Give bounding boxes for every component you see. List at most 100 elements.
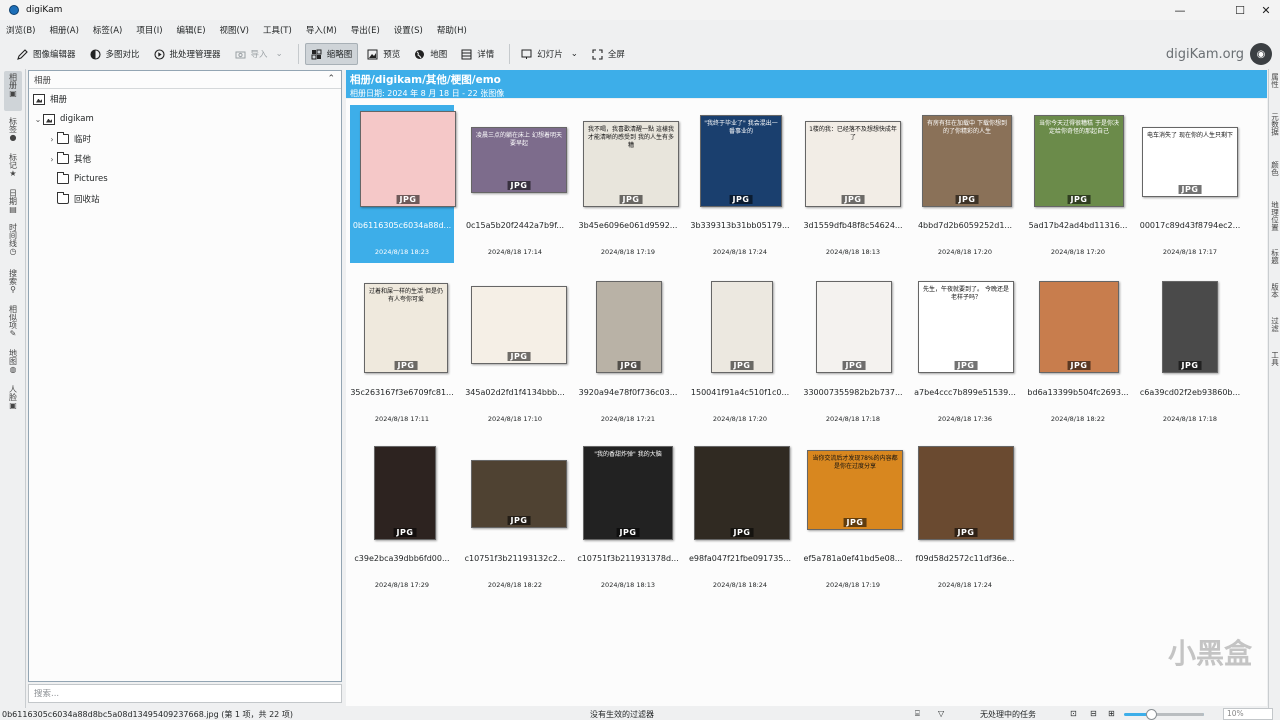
thumbnail-item[interactable]: "我的香甜炸弹" 我的大脑 JPG c10751f3b211931378d... 20…	[576, 438, 680, 596]
tree-item-other[interactable]: › 其他	[47, 151, 91, 167]
thumbnail-image[interactable]: 当你今天过得很糟糕 于是你决定给你奇怪的那起自己 JPG	[1034, 115, 1124, 207]
thumbnail-item[interactable]: 过着和屎一样的生活 但是仍有人夸你可爱 JPG 35c263167f3e6709fc…	[350, 272, 454, 430]
menu-album[interactable]: 相册(A)	[49, 24, 78, 36]
thumbnail-image[interactable]: 过着和屎一样的生活 但是仍有人夸你可爱 JPG	[364, 283, 448, 373]
thumbnail-image[interactable]: JPG	[596, 281, 662, 373]
tab-dates[interactable]: 日期 ▤	[4, 187, 22, 217]
slideshow-button[interactable]: 幻灯片 ⌄	[516, 43, 583, 65]
chevron-down-icon[interactable]: ⌄	[33, 115, 43, 124]
tab-tags[interactable]: 标签 ●	[4, 115, 22, 147]
tree-item-temp[interactable]: › 临时	[47, 131, 91, 147]
tree-item-trash[interactable]: 回收站	[57, 191, 100, 207]
chevron-right-icon[interactable]: ›	[47, 155, 57, 164]
light-table-button[interactable]: 多图对比	[85, 43, 145, 65]
tab-albums[interactable]: 相册 ▣	[4, 71, 22, 111]
zoom-value[interactable]: 10%	[1223, 708, 1273, 720]
menu-tools[interactable]: 工具(T)	[263, 24, 292, 36]
thumbnail-item[interactable]: 我不喝，我喜歡清醒一點 這樣我才能清晰的感受到 我的人生有多糟 JPG 3b45e6…	[576, 105, 680, 263]
menu-help[interactable]: 帮助(H)	[437, 24, 467, 36]
thumbnail-item[interactable]: JPG 150041f91a4c510f1c0... 2024/8/18 17:20	[688, 272, 792, 430]
tab-colors[interactable]: 颜色	[1269, 161, 1280, 197]
thumbnail-image[interactable]: JPG	[694, 446, 790, 540]
thumbnail-image[interactable]: "我的香甜炸弹" 我的大脑 JPG	[583, 446, 673, 540]
thumbnail-image[interactable]: "我终于毕业了" 我会混出一番事业的 JPG	[700, 115, 782, 207]
thumbnail-image[interactable]: 电车消失了 现在你的人生只剩下 JPG	[1142, 127, 1238, 197]
thumbnail-item[interactable]: JPG c39e2bca39dbb6fd00... 2024/8/18 17:29	[350, 438, 454, 596]
close-button[interactable]: ✕	[1248, 0, 1280, 20]
zoom-slider-handle[interactable]	[1146, 709, 1157, 720]
thumbnail-item[interactable]: "我终于毕业了" 我会混出一番事业的 JPG 3b339313b31bb05179.…	[688, 105, 792, 263]
tab-versions[interactable]: 版本	[1269, 283, 1280, 313]
zoom-in-icon[interactable]: ⊞	[1108, 709, 1115, 718]
thumbnail-image[interactable]: 凌晨三点的躺在床上 幻想着明天要早起 JPG	[471, 127, 567, 193]
thumbnail-image[interactable]: JPG	[918, 446, 1014, 540]
tab-similarity[interactable]: 相似项 ✎	[4, 303, 22, 343]
tab-people[interactable]: 人脸 ▣	[4, 383, 22, 415]
thumbnail-image[interactable]: 先生，午夜就要到了。 今晚还是老样子吗？ JPG	[918, 281, 1014, 373]
tab-properties[interactable]: 属性	[1269, 73, 1280, 109]
zoom-fit-icon[interactable]: ⊡	[1070, 709, 1077, 718]
tab-geolocation[interactable]: 地理位置	[1269, 201, 1280, 245]
thumbnail-item[interactable]: 电车消失了 现在你的人生只剩下 JPG 00017c89d43f8794ec2...…	[1138, 105, 1242, 263]
tab-tools[interactable]: 工具	[1269, 351, 1280, 381]
thumbnail-item[interactable]: 先生，午夜就要到了。 今晚还是老样子吗？ JPG a7be4ccc7b899e515…	[913, 272, 1017, 430]
zoom-slider[interactable]	[1124, 713, 1204, 716]
thumbnail-image[interactable]: JPG	[711, 281, 773, 373]
thumbnail-image[interactable]: JPG	[1162, 281, 1218, 373]
tab-filters[interactable]: 过滤	[1269, 317, 1280, 347]
collapse-icon[interactable]: ⌃	[327, 74, 335, 84]
tree-item-pictures[interactable]: Pictures	[57, 171, 108, 187]
details-view-button[interactable]: 详情	[456, 43, 499, 65]
tab-map[interactable]: 地图 ◍	[4, 347, 22, 379]
thumbnail-item[interactable]: 当你今天过得很糟糕 于是你决定给你奇怪的那起自己 JPG 5ad17b42ad4bd…	[1026, 105, 1130, 263]
thumbnail-item[interactable]: JPG f09d58d2572c11df36e... 2024/8/18 17:24	[913, 438, 1017, 596]
thumbnails-view-button[interactable]: 缩略图	[304, 43, 359, 65]
thumbnail-item[interactable]: JPG e98fa047f21fbe091735... 2024/8/18 18:2…	[688, 438, 792, 596]
menu-browse[interactable]: 浏览(B)	[6, 24, 35, 36]
filter-icon[interactable]: ▽	[938, 709, 944, 718]
thumbnail-item[interactable]: JPG 3920a94e78f0f736c03... 2024/8/18 17:21	[576, 272, 680, 430]
thumbnail-image[interactable]: JPG	[374, 446, 436, 540]
thumbnail-item[interactable]: 1楼的我：已经落不及想想快成年了 JPG 3d1559dfb48f8c54624..…	[801, 105, 905, 263]
tab-labels[interactable]: 标记 ★	[4, 151, 22, 183]
preview-view-button[interactable]: 预览	[362, 43, 405, 65]
thumbnail-item[interactable]: JPG 0b6116305c6034a88d... 2024/8/18 18:23	[350, 105, 456, 263]
thumbnail-item[interactable]: JPG 330007355982b2b737... 2024/8/18 17:18	[801, 272, 905, 430]
chevron-down-icon[interactable]: ⌄	[276, 49, 283, 59]
thumbnail-image[interactable]: JPG	[471, 460, 567, 528]
map-view-button[interactable]: 地图	[409, 43, 452, 65]
tab-metadata[interactable]: 元数据	[1269, 113, 1280, 157]
menu-export[interactable]: 导出(E)	[351, 24, 380, 36]
chevron-right-icon[interactable]: ›	[47, 135, 57, 144]
menu-edit[interactable]: 编辑(E)	[177, 24, 206, 36]
thumbnail-image[interactable]: 1楼的我：已经落不及想想快成年了 JPG	[805, 121, 901, 207]
tree-item-digikam[interactable]: ⌄ digikam	[33, 111, 94, 127]
fullscreen-button[interactable]: 全屏	[587, 43, 630, 65]
thumbnail-item[interactable]: JPG c10751f3b21193132c2... 2024/8/18 18:22	[463, 438, 567, 596]
thumbnail-image[interactable]: 有房有狂在加载中 下载你想到的了你精彩的人生 JPG	[922, 115, 1012, 207]
zoom-out-icon[interactable]: ⊟	[1090, 709, 1097, 718]
menu-settings[interactable]: 设置(S)	[394, 24, 423, 36]
trash-icon[interactable]: ⌸	[915, 709, 920, 719]
thumbnail-item[interactable]: JPG bd6a13399b504fc2693... 2024/8/18 18:22	[1026, 272, 1130, 430]
thumbnail-item[interactable]: 凌晨三点的躺在床上 幻想着明天要早起 JPG 0c15a5b20f2442a7b9f…	[463, 105, 567, 263]
thumbnail-image[interactable]: JPG	[471, 286, 567, 364]
thumbnail-image[interactable]: 我不喝，我喜歡清醒一點 這樣我才能清晰的感受到 我的人生有多糟 JPG	[583, 121, 679, 207]
search-input[interactable]	[34, 688, 341, 699]
thumbnail-item[interactable]: JPG c6a39cd02f2eb93860b... 2024/8/18 17:18	[1138, 272, 1242, 430]
thumbnail-image[interactable]: JPG	[816, 281, 892, 373]
thumbnail-item[interactable]: 有房有狂在加载中 下载你想到的了你精彩的人生 JPG 4bbd7d2b6059252…	[913, 105, 1017, 263]
menu-tag[interactable]: 标签(A)	[93, 24, 122, 36]
menu-import[interactable]: 导入(M)	[306, 24, 337, 36]
tab-timeline[interactable]: 时间线 ◷	[4, 221, 22, 263]
tab-captions[interactable]: 标题	[1269, 249, 1280, 279]
menu-item[interactable]: 项目(I)	[136, 24, 162, 36]
thumbnail-image[interactable]: JPG	[1039, 281, 1119, 373]
thumbnail-image[interactable]: 当你交流后才发现78%的内容都是你在过度分享 JPG	[807, 450, 903, 530]
thumbnail-image[interactable]: JPG	[360, 111, 456, 207]
import-button[interactable]: 导入 ⌄	[230, 43, 288, 65]
thumbnail-item[interactable]: JPG 345a02d2fd1f4134bbb... 2024/8/18 17:10	[463, 272, 567, 430]
image-editor-button[interactable]: 图像编辑器	[12, 43, 81, 65]
menu-view[interactable]: 视图(V)	[220, 24, 249, 36]
chevron-down-icon[interactable]: ⌄	[571, 49, 578, 59]
